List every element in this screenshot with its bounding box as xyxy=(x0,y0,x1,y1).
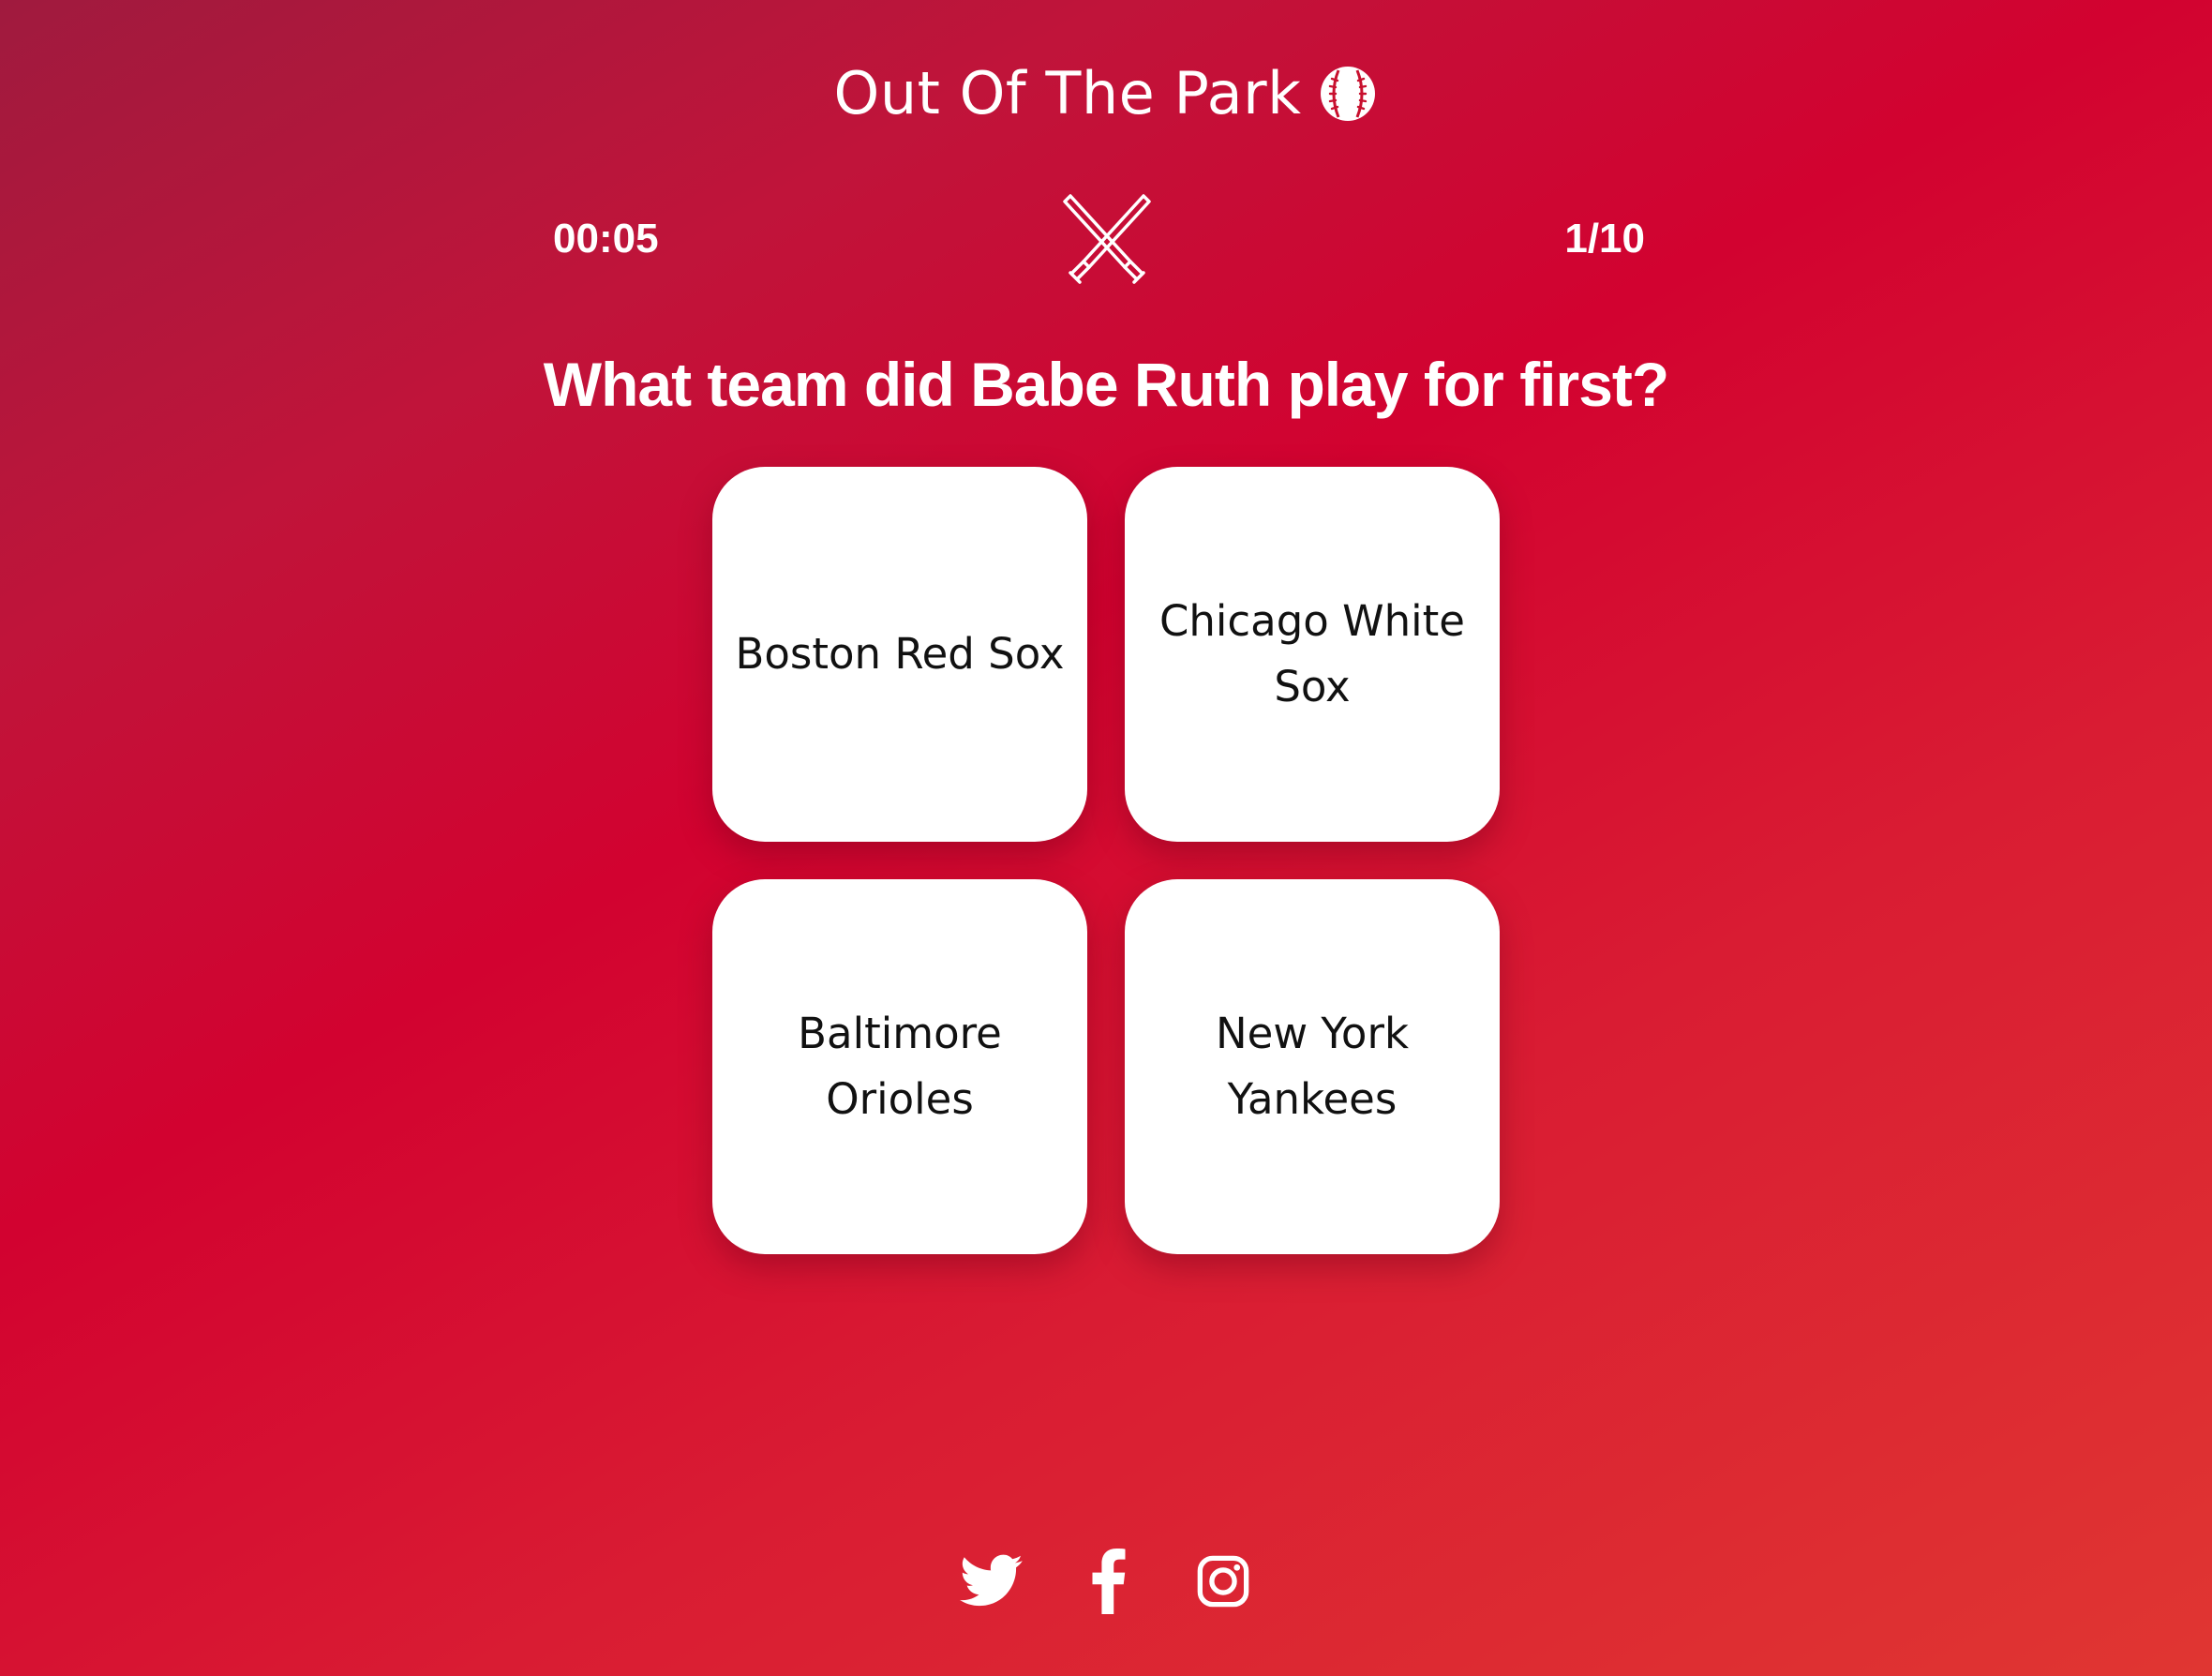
twitter-link[interactable] xyxy=(960,1549,1024,1614)
instagram-icon xyxy=(1197,1555,1249,1608)
app-title: Out Of The Park xyxy=(0,54,2212,133)
question-counter: 1/10 xyxy=(1564,216,1645,262)
answer-option-4[interactable]: New York Yankees xyxy=(1125,879,1500,1254)
timer: 00:05 xyxy=(553,216,659,262)
facebook-icon xyxy=(1092,1549,1126,1614)
answer-label: Boston Red Sox xyxy=(735,629,1065,679)
app-title-text: Out Of The Park xyxy=(833,59,1302,127)
answer-label: Chicago White Sox xyxy=(1158,596,1465,711)
answer-label: Baltimore Orioles xyxy=(798,1009,1002,1124)
twitter-icon xyxy=(960,1554,1023,1607)
answer-label: New York Yankees xyxy=(1215,1009,1410,1124)
answer-grid: Boston Red Sox Chicago White Sox Baltimo… xyxy=(712,467,1500,1254)
crossed-bats-icon xyxy=(1063,194,1151,284)
answer-option-3[interactable]: Baltimore Orioles xyxy=(712,879,1087,1254)
social-links xyxy=(0,1549,2212,1616)
baseball-icon xyxy=(1321,67,1376,121)
facebook-link[interactable] xyxy=(1089,1549,1128,1614)
answer-option-1[interactable]: Boston Red Sox xyxy=(712,467,1087,842)
question-text: What team did Babe Ruth play for first? xyxy=(543,350,1669,419)
answer-option-2[interactable]: Chicago White Sox xyxy=(1125,467,1500,842)
instagram-link[interactable] xyxy=(1196,1549,1250,1614)
